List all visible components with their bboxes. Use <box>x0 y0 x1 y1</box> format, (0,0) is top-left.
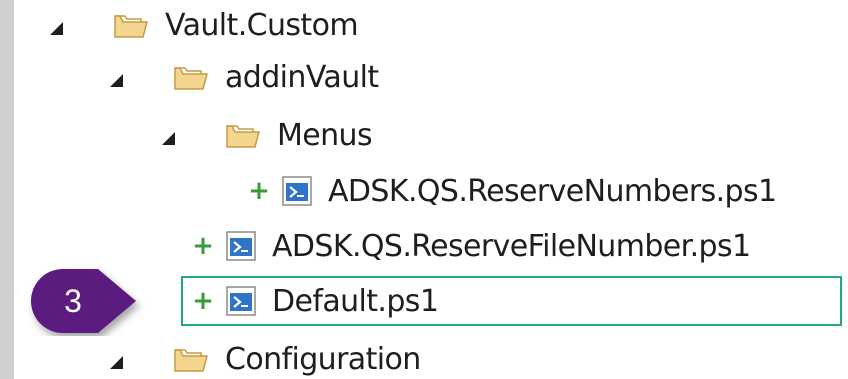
tree-item-reservefilenumber[interactable]: + ADSK.QS.ReserveFileNumber.ps1 <box>192 221 751 271</box>
added-status-icon: + <box>192 286 214 316</box>
folder-open-icon <box>113 10 149 40</box>
tree-item-default[interactable]: + Default.ps1 <box>192 276 439 326</box>
tree-item-label: Configuration <box>225 341 421 377</box>
tree-item-reservenumbers[interactable]: + ADSK.QS.ReserveNumbers.ps1 <box>248 166 777 216</box>
expanded-arrow-icon[interactable] <box>110 355 123 369</box>
powershell-file-icon <box>280 174 314 208</box>
expanded-arrow-icon[interactable] <box>50 21 63 35</box>
tree-item-label: Vault.Custom <box>165 7 359 43</box>
added-status-icon: + <box>192 231 214 261</box>
tree-item-label: Menus <box>277 117 373 153</box>
tree-item-configuration[interactable]: Configuration <box>110 334 421 379</box>
expanded-arrow-icon[interactable] <box>110 73 123 87</box>
tree-item-menus[interactable]: Menus <box>162 110 373 160</box>
powershell-file-icon <box>224 284 258 318</box>
left-gutter <box>0 0 14 379</box>
tree-item-label: ADSK.QS.ReserveNumbers.ps1 <box>328 173 777 209</box>
tree-item-vault-custom[interactable]: Vault.Custom <box>50 0 359 50</box>
folder-open-icon <box>173 62 209 92</box>
folder-open-icon <box>225 120 261 150</box>
tree-item-addinvault[interactable]: addinVault <box>110 52 379 102</box>
expanded-arrow-icon[interactable] <box>162 131 175 145</box>
tree-item-label: ADSK.QS.ReserveFileNumber.ps1 <box>272 228 751 264</box>
folder-open-icon <box>173 344 209 374</box>
added-status-icon: + <box>248 176 270 206</box>
solution-explorer-tree: Vault.Custom addinVault Menus + ADSK.QS.… <box>0 0 848 379</box>
tree-item-label: addinVault <box>225 59 379 95</box>
powershell-file-icon <box>224 229 258 263</box>
tree-item-label: Default.ps1 <box>272 283 439 319</box>
callout-number: 3 <box>64 283 82 319</box>
